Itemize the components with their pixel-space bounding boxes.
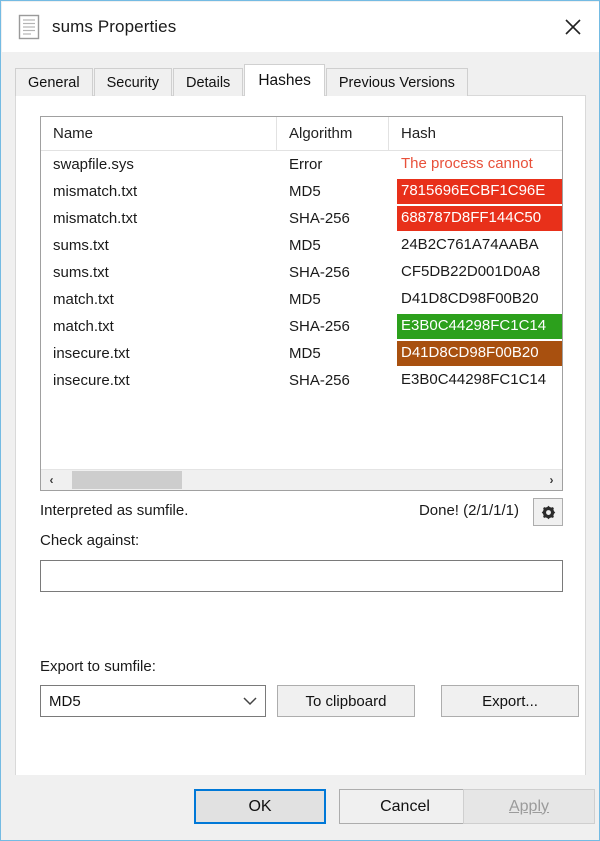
cell-hash: CF5DB22D001D0A8 — [389, 260, 562, 285]
tab-label: Details — [186, 75, 230, 91]
cell-algorithm: SHA-256 — [277, 318, 389, 335]
scroll-right-icon[interactable]: › — [541, 470, 562, 490]
to-clipboard-label: To clipboard — [306, 693, 387, 710]
column-label: Name — [53, 125, 93, 142]
cell-name: mismatch.txt — [41, 210, 277, 227]
export-format-select[interactable]: MD5 — [40, 685, 266, 717]
title-bar: sums Properties — [2, 2, 600, 52]
export-button-label: Export... — [482, 693, 538, 710]
gear-icon — [541, 505, 556, 520]
tab-label: Previous Versions — [339, 75, 455, 91]
hash-value: E3B0C44298FC1C14 — [397, 314, 562, 339]
cell-name: match.txt — [41, 291, 277, 308]
table-row[interactable]: swapfile.sys Error The process cannot — [41, 151, 562, 178]
cell-name: swapfile.sys — [41, 156, 277, 173]
table-row[interactable]: sums.txt SHA-256 CF5DB22D001D0A8 — [41, 259, 562, 286]
cell-name: sums.txt — [41, 264, 277, 281]
cell-algorithm: Error — [277, 156, 389, 173]
close-button[interactable] — [546, 2, 600, 52]
cell-algorithm: MD5 — [277, 291, 389, 308]
hash-value: D41D8CD98F00B20 — [401, 287, 539, 312]
cell-name: insecure.txt — [41, 372, 277, 389]
table-row[interactable]: match.txt SHA-256 E3B0C44298FC1C14 — [41, 313, 562, 340]
cell-algorithm: MD5 — [277, 345, 389, 362]
export-button[interactable]: Export... — [441, 685, 579, 717]
cancel-button[interactable]: Cancel — [339, 789, 471, 824]
column-label: Algorithm — [289, 125, 352, 142]
hash-list-view[interactable]: Name Algorithm Hash swapfile.sys Error T… — [40, 116, 563, 491]
cell-name: match.txt — [41, 318, 277, 335]
cell-name: insecure.txt — [41, 345, 277, 362]
export-label: Export to sumfile: — [40, 658, 156, 675]
status-done: Done! (2/1/1/1) — [419, 502, 519, 519]
apply-button: Apply — [463, 789, 595, 824]
list-body: swapfile.sys Error The process cannot mi… — [41, 151, 562, 469]
properties-window: sums Properties General Security Details… — [0, 0, 600, 841]
table-row[interactable]: sums.txt MD5 24B2C761A74AABA — [41, 232, 562, 259]
to-clipboard-button[interactable]: To clipboard — [277, 685, 415, 717]
cell-hash: 7815696ECBF1C96E — [389, 179, 562, 204]
check-against-input[interactable] — [40, 560, 563, 592]
table-row[interactable]: insecure.txt SHA-256 E3B0C44298FC1C14 — [41, 367, 562, 394]
hash-value: The process cannot — [401, 152, 533, 177]
column-header-name[interactable]: Name — [41, 117, 277, 150]
tab-previous-versions[interactable]: Previous Versions — [326, 68, 468, 96]
hash-value: 24B2C761A74AABA — [401, 233, 539, 258]
hash-value: 7815696ECBF1C96E — [397, 179, 562, 204]
column-header-hash[interactable]: Hash — [389, 117, 562, 150]
cell-algorithm: SHA-256 — [277, 372, 389, 389]
tab-security[interactable]: Security — [94, 68, 172, 96]
hash-value: CF5DB22D001D0A8 — [401, 260, 540, 285]
tab-hashes[interactable]: Hashes — [244, 64, 325, 96]
tab-label: Security — [107, 75, 159, 91]
close-icon — [563, 17, 583, 37]
cell-hash: D41D8CD98F00B20 — [389, 287, 562, 312]
file-document-icon — [18, 14, 40, 40]
tab-details[interactable]: Details — [173, 68, 243, 96]
table-row[interactable]: mismatch.txt MD5 7815696ECBF1C96E — [41, 178, 562, 205]
check-against-label: Check against: — [40, 532, 139, 549]
horizontal-scrollbar[interactable]: ‹ › — [41, 469, 562, 490]
cell-hash: The process cannot — [389, 152, 562, 177]
apply-label: Apply — [509, 798, 549, 816]
cell-algorithm: MD5 — [277, 183, 389, 200]
list-header: Name Algorithm Hash — [41, 117, 562, 151]
tab-page-hashes: Name Algorithm Hash swapfile.sys Error T… — [15, 95, 586, 776]
cell-hash: 24B2C761A74AABA — [389, 233, 562, 258]
settings-button[interactable] — [533, 498, 563, 526]
scrollbar-thumb[interactable] — [72, 471, 182, 489]
table-row[interactable]: match.txt MD5 D41D8CD98F00B20 — [41, 286, 562, 313]
window-title: sums Properties — [52, 17, 176, 37]
cancel-label: Cancel — [380, 798, 430, 816]
cell-algorithm: SHA-256 — [277, 264, 389, 281]
tab-general[interactable]: General — [15, 68, 93, 96]
cell-name: mismatch.txt — [41, 183, 277, 200]
tab-strip: General Security Details Hashes Previous… — [15, 64, 469, 96]
table-row[interactable]: mismatch.txt SHA-256 688787D8FF144C50 — [41, 205, 562, 232]
tab-label: General — [28, 75, 80, 91]
cell-hash: E3B0C44298FC1C14 — [389, 314, 562, 339]
scrollbar-track[interactable] — [62, 470, 541, 490]
cell-hash: E3B0C44298FC1C14 — [389, 368, 562, 393]
cell-algorithm: SHA-256 — [277, 210, 389, 227]
status-row: Interpreted as sumfile. Done! (2/1/1/1) — [40, 500, 563, 528]
ok-button[interactable]: OK — [194, 789, 326, 824]
column-label: Hash — [401, 125, 436, 142]
cell-hash: D41D8CD98F00B20 — [389, 341, 562, 366]
cell-name: sums.txt — [41, 237, 277, 254]
scroll-left-icon[interactable]: ‹ — [41, 470, 62, 490]
cell-hash: 688787D8FF144C50 — [389, 206, 562, 231]
table-row[interactable]: insecure.txt MD5 D41D8CD98F00B20 — [41, 340, 562, 367]
cell-algorithm: MD5 — [277, 237, 389, 254]
export-format-value: MD5 — [41, 693, 235, 710]
column-header-algorithm[interactable]: Algorithm — [277, 117, 389, 150]
chevron-down-icon — [235, 696, 265, 706]
status-interpreted: Interpreted as sumfile. — [40, 502, 188, 519]
hash-value: D41D8CD98F00B20 — [397, 341, 562, 366]
hash-value: E3B0C44298FC1C14 — [401, 368, 546, 393]
ok-label: OK — [248, 798, 271, 816]
dialog-footer: OK Cancel Apply — [2, 775, 600, 839]
tab-label: Hashes — [258, 72, 311, 90]
hash-value: 688787D8FF144C50 — [397, 206, 562, 231]
